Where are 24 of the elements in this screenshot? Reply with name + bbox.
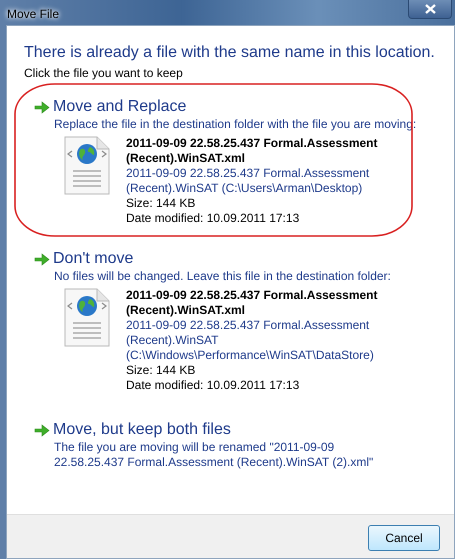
arrow-icon [34,424,50,436]
file-size: Size: 144 KB [126,363,196,378]
file-icon [64,136,110,195]
close-button[interactable] [408,0,452,19]
option-link[interactable]: Move and Replace [53,98,186,116]
option-link[interactable]: Move, but keep both files [53,421,231,439]
window-title: Move File [7,6,60,23]
option-link[interactable]: Don't move [53,250,134,268]
file-path: 2011-09-09 22.58.25.437 Formal.Assessment (Recent).WinSAT (C:\Users\Arman\Desktop) [126,166,370,196]
file-name: 2011-09-09 22.58.25.437 Formal.Assessment (Recent).WinSAT.xml [126,288,379,318]
instruction-text: Click the file you want to keep [24,65,184,82]
file-date: Date modified: 10.09.2011 17:13 [126,211,300,226]
arrow-icon [34,100,50,114]
file-path: 2011-09-09 22.58.25.437 Formal.Assessment (Recent).WinSAT (C:\Windows\Performance\WinSAT\DataStore) [126,318,375,363]
file-size: Size: 144 KB [126,196,196,211]
option-description: No files will be changed. Leave this file in the destination folder: [54,269,392,284]
file-icon [64,288,110,347]
file-date: Date modified: 10.09.2011 17:13 [126,378,300,393]
option-description: The file you are moving will be renamed "2011-09-09 22.58.25.437 Formal.Assessment (Recent).WinSAT (2).xml" [54,440,374,470]
arrow-icon [34,252,50,266]
close-icon [424,4,436,14]
cancel-button[interactable]: Cancel [368,525,440,551]
file-name: 2011-09-09 22.58.25.437 Formal.Assessment (Recent).WinSAT.xml [126,136,379,166]
heading: There is already a file with the same name in this location. [24,43,436,62]
